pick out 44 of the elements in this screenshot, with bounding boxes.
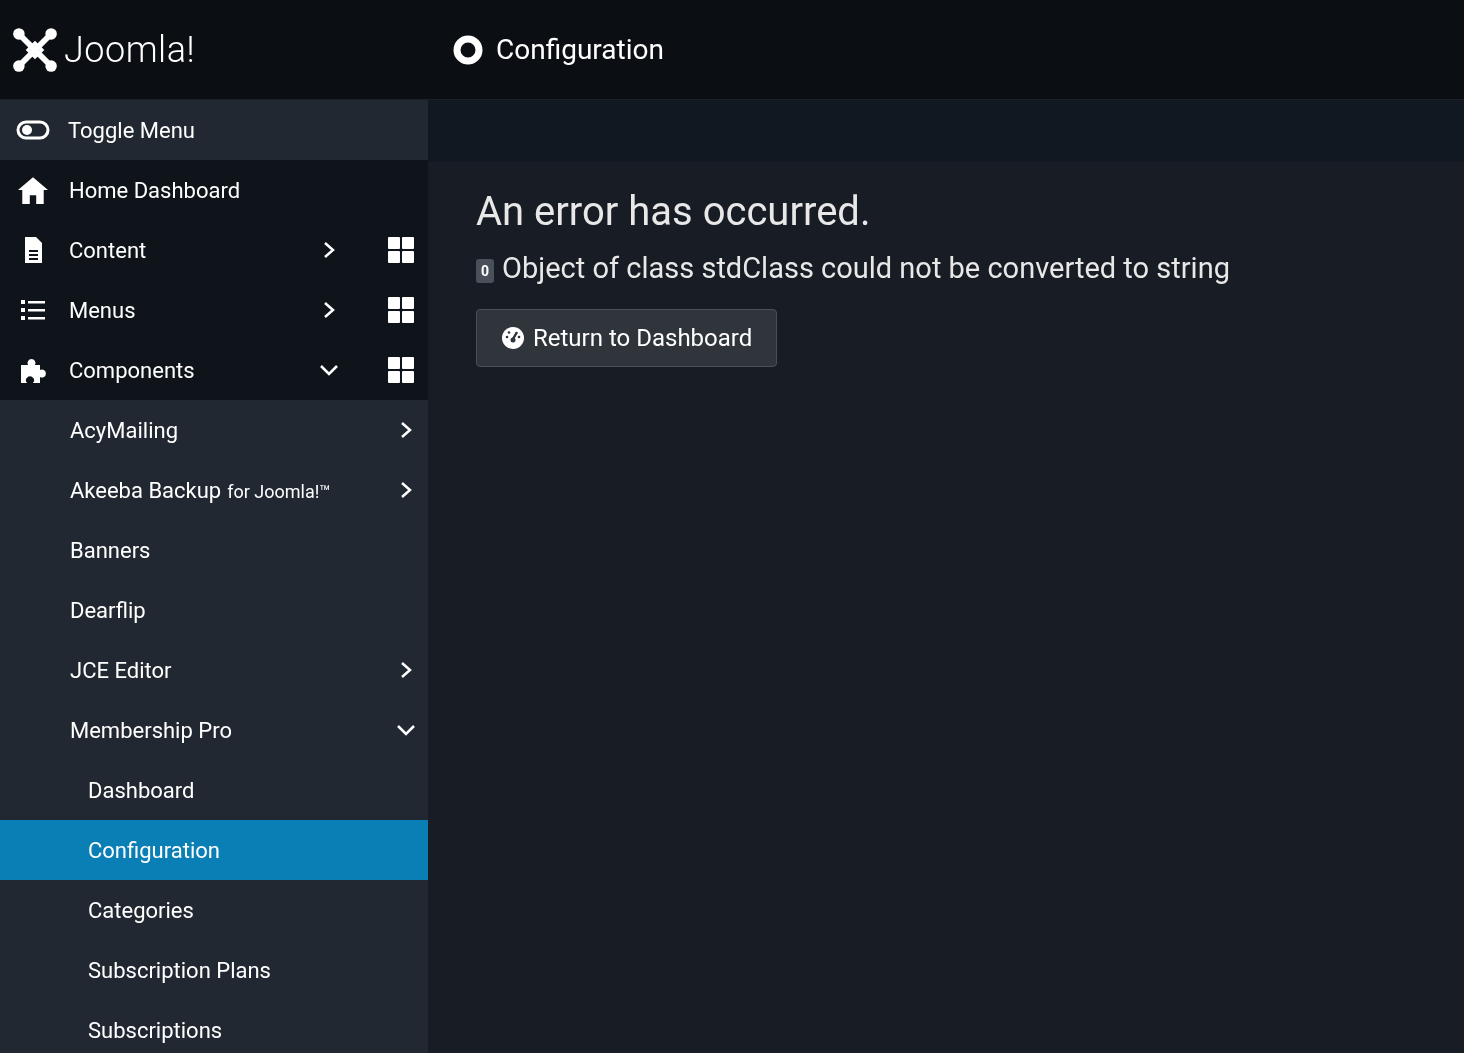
- menu-item-label: Home Dashboard: [69, 177, 242, 203]
- grid-icon[interactable]: [388, 237, 414, 263]
- menu-item-label: Categories: [88, 897, 195, 923]
- error-code-badge: 0: [476, 259, 495, 283]
- menu-item-label: Membership Pro: [70, 717, 233, 743]
- menu-item[interactable]: Dearflip: [0, 580, 428, 640]
- grid-icon[interactable]: [388, 357, 414, 383]
- menu-item-label: Menus: [69, 297, 137, 323]
- menu-item[interactable]: Membership Pro: [0, 700, 428, 760]
- menu-item[interactable]: Categories: [0, 880, 428, 940]
- menu-item-label: Content: [69, 237, 148, 263]
- error-heading: An error has occurred.: [476, 188, 872, 235]
- menu-item-label: Components: [69, 357, 196, 383]
- return-to-dashboard-button[interactable]: Return to Dashboard: [476, 309, 778, 367]
- toggle-menu-button[interactable]: Toggle Menu: [0, 100, 428, 160]
- menu-item[interactable]: Menus: [0, 280, 428, 340]
- gauge-icon: [501, 326, 525, 350]
- menu-item-label: Dearflip: [70, 597, 147, 623]
- menu-item-label: Dashboard: [88, 777, 196, 803]
- page-title: Configuration: [496, 33, 664, 66]
- grid-icon[interactable]: [388, 297, 414, 323]
- menu-item[interactable]: AcyMailing: [0, 400, 428, 460]
- menu-item[interactable]: Akeeba Backup for Joomla!™: [0, 460, 428, 520]
- error-message: Object of class stdClass could not be converted to string: [502, 251, 1230, 285]
- menu-item[interactable]: Dashboard: [0, 760, 428, 820]
- menu-item-label: Banners: [70, 537, 152, 563]
- menu-item-label: Configuration: [88, 837, 221, 863]
- circle-dot-icon: [453, 34, 483, 65]
- menu-item[interactable]: Components: [0, 340, 428, 400]
- home-icon: [16, 175, 50, 205]
- menu-item[interactable]: Subscription Plans: [0, 940, 428, 1000]
- joomla-logo-text: Joomla!: [64, 28, 196, 71]
- menu-item[interactable]: Content: [0, 220, 428, 280]
- menu-item-label: JCE Editor: [70, 657, 173, 683]
- menu-item-label: AcyMailing: [70, 417, 179, 443]
- menu-item[interactable]: Banners: [0, 520, 428, 580]
- menu-item[interactable]: Configuration: [0, 820, 428, 880]
- menu-item[interactable]: Subscriptions: [0, 1000, 428, 1053]
- menu-item-label: Akeeba Backup for Joomla!™: [70, 477, 332, 503]
- joomla-logo-icon: [12, 26, 58, 73]
- menu-item-label: Subscriptions: [88, 1017, 224, 1043]
- menu-item-label: Subscription Plans: [88, 957, 272, 983]
- menu-item[interactable]: Home Dashboard: [0, 160, 428, 220]
- menu-item[interactable]: JCE Editor: [0, 640, 428, 700]
